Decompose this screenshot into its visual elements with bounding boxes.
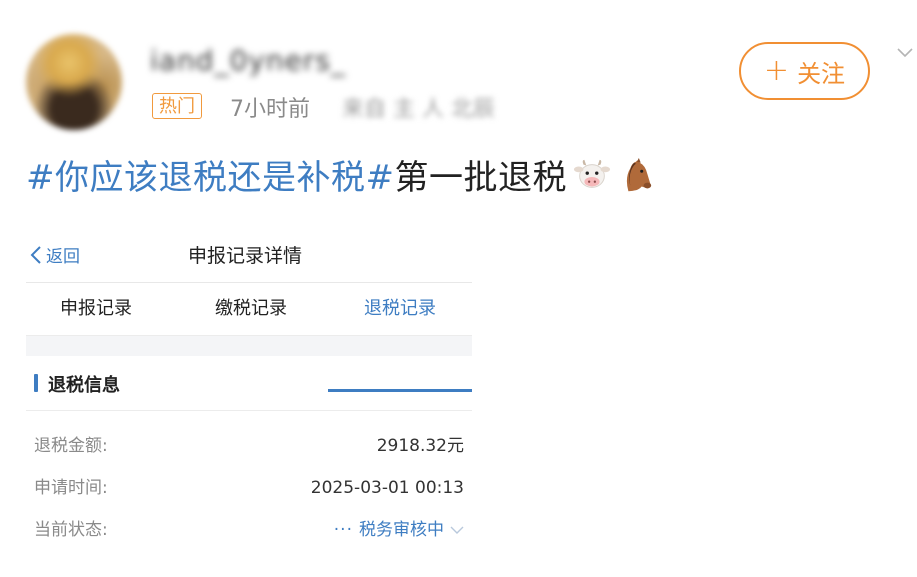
chevron-down-icon[interactable] [896, 44, 914, 62]
post-source: 来自 主 人 北辰 [342, 97, 495, 122]
chevron-left-icon [30, 245, 41, 264]
apply-time-label: 申请时间: [34, 478, 108, 498]
section-accent-bar [34, 374, 38, 392]
tab-refund-records[interactable]: 退税记录 [328, 283, 472, 335]
current-status-row: 当前状态: ··· 税务审核中 [26, 510, 472, 550]
tab-payment-records[interactable]: 缴税记录 [176, 283, 326, 335]
tax-app-screenshot: 返回 申报记录详情 申报记录 缴税记录 退税记录 退税信息 退税金额: 2918… [26, 226, 472, 566]
plus-icon: + [763, 53, 790, 88]
chevron-down-icon [450, 526, 464, 534]
hot-badge: 热门 [152, 93, 202, 119]
post-body: 第一批退税 [394, 158, 567, 198]
current-status-label: 当前状态: [34, 520, 108, 540]
apply-time-row: 申请时间: 2025-03-01 00:13 [26, 468, 472, 508]
weibo-post: iand_0yners_ 热门 7小时前 来自 主 人 北辰 + 关注 #你应该… [0, 0, 917, 577]
tab-declaration-records[interactable]: 申报记录 [26, 283, 166, 335]
page-title: 申报记录详情 [188, 245, 303, 267]
follow-label: 关注 [797, 59, 846, 88]
status-progress-dots: ··· [333, 520, 353, 540]
horse-face-icon [626, 157, 652, 192]
screenshot-nav-bar: 返回 申报记录详情 [26, 226, 472, 283]
section-divider [26, 336, 472, 356]
current-status-value[interactable]: ··· 税务审核中 [334, 510, 464, 550]
follow-button[interactable]: + 关注 [739, 42, 870, 100]
screenshot-tabs: 申报记录 缴税记录 退税记录 [26, 283, 472, 392]
refund-info-header: 退税信息 [26, 356, 472, 411]
refund-amount-label: 退税金额: [34, 436, 108, 456]
hashtag-link[interactable]: #你应该退税还是补税# [26, 158, 394, 198]
post-text: #你应该退税还是补税#第一批退税 [26, 150, 655, 199]
section-title: 退税信息 [48, 375, 120, 396]
cow-face-icon [573, 159, 611, 188]
status-text: 税务审核中 [359, 520, 444, 540]
username[interactable]: iand_0yners_ [150, 44, 346, 77]
refund-amount-value: 2918.32元 [376, 436, 464, 456]
back-label: 返回 [46, 247, 80, 267]
avatar[interactable] [26, 34, 122, 130]
apply-time-value: 2025-03-01 00:13 [310, 478, 464, 498]
post-time: 7小时前 [230, 97, 310, 122]
back-button[interactable]: 返回 [30, 242, 80, 267]
refund-amount-row: 退税金额: 2918.32元 [26, 426, 472, 466]
